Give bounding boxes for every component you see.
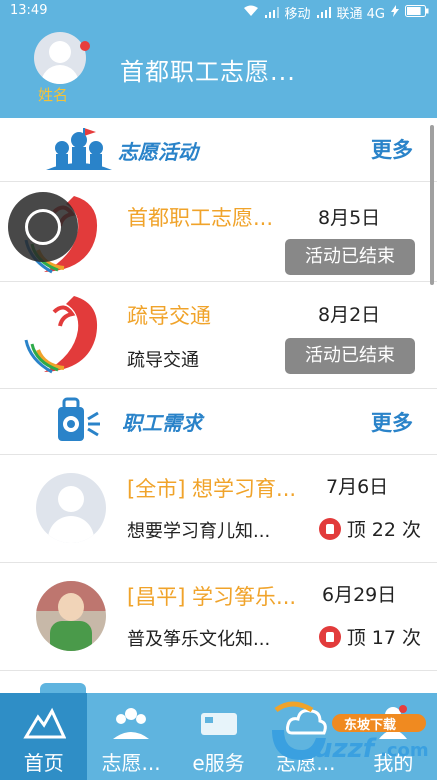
activity-title: 疏导交通 — [127, 304, 211, 328]
section-header-needs: 职工需求 更多 — [0, 388, 437, 454]
activity-logo-icon — [14, 290, 106, 384]
charging-icon — [391, 4, 399, 21]
volunteer-crowd-icon — [44, 126, 114, 178]
carrier-1: 移动 — [284, 7, 311, 22]
signal-icon-2 — [316, 7, 332, 18]
battery-icon — [405, 4, 429, 21]
user-avatar-photo — [36, 581, 106, 651]
activity-title: 首都职工志愿... — [127, 206, 274, 230]
nav-label-home: 首页 — [23, 751, 64, 775]
status-time: 13:49 — [10, 3, 48, 18]
watermark-domain: .com — [380, 740, 429, 761]
more-needs-link[interactable]: 更多 — [371, 407, 413, 437]
nav-item-eservice[interactable]: e服务 — [175, 693, 262, 780]
notification-dot — [80, 41, 90, 51]
activity-row[interactable]: 疏导交通 8月2日 疏导交通 活动已结束 — [0, 281, 437, 387]
activity-date: 8月2日 — [318, 304, 381, 326]
user-avatar-placeholder — [36, 473, 106, 543]
nav-item-volunteer[interactable]: 志愿... — [87, 693, 174, 780]
status-bar: 13:49 移动 联通 4G — [0, 0, 437, 22]
nav-label-volunteer: 志愿... — [101, 751, 161, 775]
activity-status-button[interactable]: 活动已结束 — [285, 239, 415, 275]
need-title: [全市] 想学习育... — [127, 477, 297, 501]
watermark-site: 东坡下载 — [344, 718, 397, 733]
need-row[interactable]: [全市] 想学习育... 7月6日 想要学习育儿知... 顶 22 次 — [0, 454, 437, 562]
activity-status-button[interactable]: 活动已结束 — [285, 338, 415, 374]
home-icon — [22, 703, 67, 745]
signal-icon-1 — [264, 7, 279, 18]
megaphone-icon — [52, 393, 104, 453]
section-header-volunteer: 志愿活动 更多 — [0, 118, 437, 180]
thumbs-up-icon — [318, 517, 341, 540]
need-description: 普及筝乐文化知... — [127, 629, 271, 650]
activity-date: 8月5日 — [318, 207, 381, 229]
watermark-brand: uzzf — [314, 734, 375, 764]
watermark-logo: 东坡下载 uzzf .com — [262, 700, 432, 770]
need-likes[interactable]: 顶 22 次 — [318, 515, 421, 542]
need-likes[interactable]: 顶 17 次 — [318, 623, 421, 650]
more-volunteer-link[interactable]: 更多 — [371, 134, 413, 164]
thumbs-up-icon — [318, 625, 341, 648]
need-title: [昌平] 学习筝乐... — [127, 585, 297, 609]
scrollbar[interactable] — [430, 125, 434, 285]
likes-count: 顶 17 次 — [346, 627, 421, 649]
user-name[interactable]: 姓名 — [38, 84, 68, 105]
need-description: 想要学习育儿知... — [127, 521, 271, 542]
activity-description: 疏导交通 — [127, 350, 199, 371]
nav-item-home[interactable]: 首页 — [0, 693, 88, 780]
partial-row — [0, 670, 437, 694]
wifi-icon — [243, 5, 259, 21]
page-title: 首都职工志愿... — [120, 58, 296, 86]
likes-count: 顶 22 次 — [346, 519, 421, 541]
need-date: 6月29日 — [322, 584, 397, 606]
status-indicators: 移动 联通 4G — [243, 3, 430, 22]
carrier-2: 联通 4G — [336, 7, 385, 22]
need-row[interactable]: [昌平] 学习筝乐... 6月29日 普及筝乐文化知... 顶 17 次 — [0, 562, 437, 670]
volunteer-icon — [109, 703, 153, 745]
nav-label-eservice: e服务 — [192, 751, 245, 775]
app-header: 姓名 首都职工志愿... — [0, 22, 437, 118]
section-title-needs: 职工需求 — [122, 411, 202, 435]
floating-assist-touch-icon[interactable] — [8, 192, 78, 262]
need-date: 7月6日 — [326, 476, 389, 498]
user-avatar[interactable] — [34, 32, 86, 84]
card-icon — [197, 703, 241, 745]
section-title-volunteer: 志愿活动 — [118, 140, 198, 164]
